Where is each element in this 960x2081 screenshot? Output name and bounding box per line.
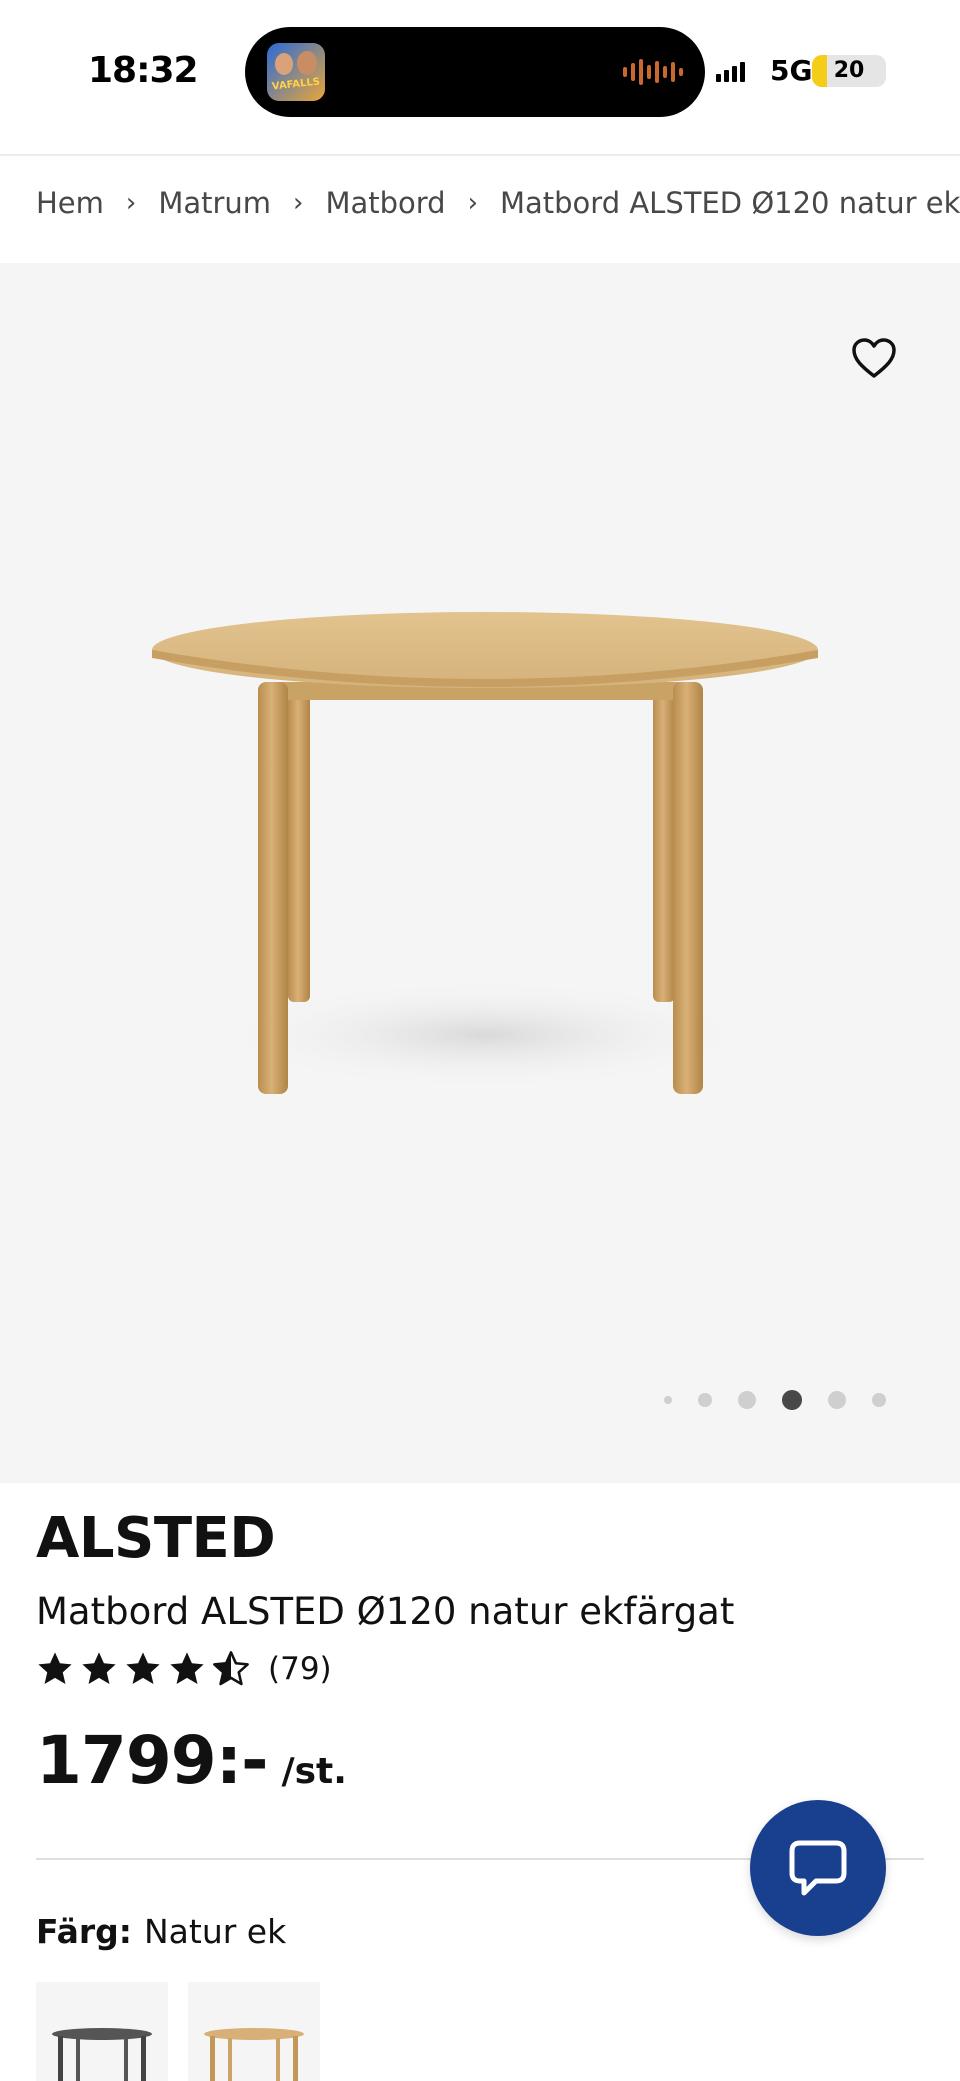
breadcrumb-dining-tables[interactable]: Matbord — [325, 186, 445, 220]
color-value: Natur ek — [143, 1912, 287, 1951]
product-rating[interactable]: (79) — [36, 1650, 332, 1688]
star-full-icon — [38, 1652, 72, 1685]
rating-stars — [36, 1650, 250, 1688]
gallery-pagination — [664, 1388, 886, 1412]
breadcrumb: Hem › Matrum › Matbord › Matbord ALSTED … — [36, 186, 960, 220]
product-description: Matbord ALSTED Ø120 natur ekfärgat — [36, 1590, 735, 1633]
pagination-dot[interactable] — [828, 1391, 846, 1409]
star-full-icon — [170, 1652, 204, 1685]
chat-button[interactable] — [750, 1800, 886, 1936]
product-image-table — [152, 612, 818, 1094]
audio-waveform-icon — [623, 57, 683, 87]
cellular-signal-icon — [716, 62, 745, 82]
star-full-icon — [82, 1652, 116, 1685]
favorite-button[interactable] — [846, 330, 902, 386]
battery-icon: 20 — [812, 55, 886, 87]
black-table-thumbnail — [52, 2028, 152, 2081]
swatch-oak-table[interactable] — [188, 1982, 320, 2081]
chevron-right-icon: › — [125, 188, 137, 218]
price-unit: /st. — [281, 1751, 347, 1792]
product-name: ALSTED — [36, 1506, 276, 1571]
chevron-right-icon: › — [467, 188, 478, 218]
network-type: 5G — [770, 54, 813, 87]
rating-count: (79) — [268, 1651, 332, 1687]
pagination-dot[interactable] — [698, 1393, 712, 1407]
pagination-dot[interactable] — [664, 1396, 672, 1404]
swatch-black-table[interactable] — [36, 1982, 168, 2081]
battery-level: 20 — [833, 58, 865, 83]
dynamic-island[interactable]: VAFALLS — [245, 27, 705, 117]
header-divider — [0, 154, 960, 156]
status-time: 18:32 — [88, 50, 199, 91]
color-label: Färg: — [36, 1912, 132, 1951]
breadcrumb-home[interactable]: Hem — [36, 186, 104, 220]
pagination-dot[interactable] — [738, 1391, 756, 1409]
star-half-icon — [213, 1651, 249, 1686]
chat-bubble-icon — [789, 1840, 847, 1896]
breadcrumb-current-product[interactable]: Matbord ALSTED Ø120 natur ek — [500, 186, 960, 220]
price-value: 1799:- — [36, 1722, 268, 1799]
app-badge-text: VAFALLS — [271, 76, 321, 93]
pagination-dot-active[interactable] — [782, 1390, 802, 1410]
chevron-right-icon: › — [293, 188, 304, 218]
color-swatches — [36, 1982, 320, 2081]
oak-table-thumbnail — [204, 2028, 304, 2081]
star-full-icon — [126, 1652, 160, 1685]
breadcrumb-dining-room[interactable]: Matrum — [158, 186, 271, 220]
color-selector: Färg: Natur ek — [36, 1912, 286, 1951]
pagination-dot[interactable] — [872, 1393, 886, 1407]
heart-outline-icon — [852, 338, 896, 378]
now-playing-app-icon[interactable]: VAFALLS — [267, 43, 325, 101]
product-price: 1799:- /st. — [36, 1722, 347, 1799]
status-bar: 18:32 VAFALLS 5G 20 — [0, 0, 960, 140]
